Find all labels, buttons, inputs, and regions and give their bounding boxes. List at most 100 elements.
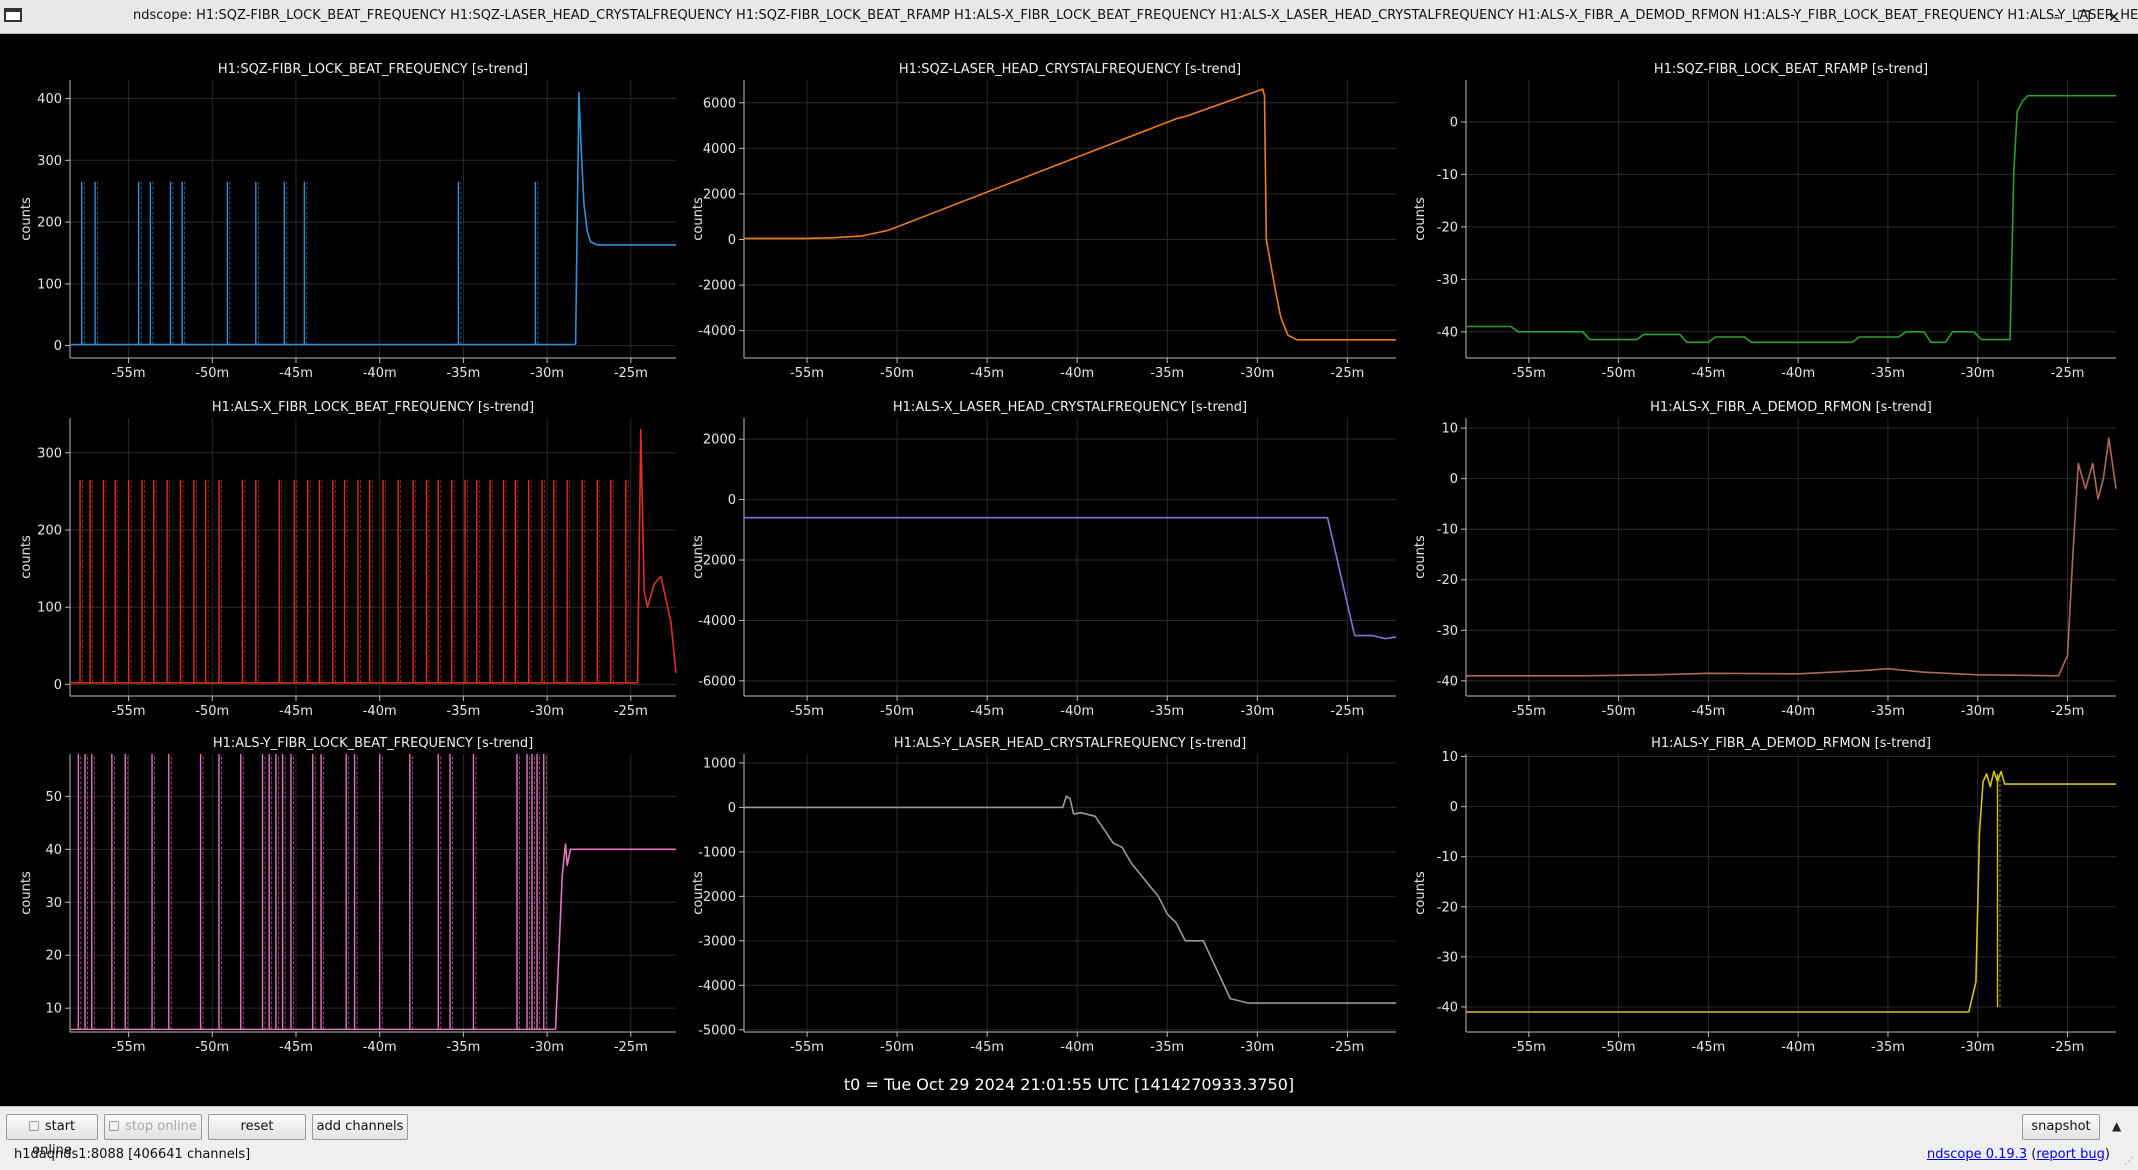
x-tick-label: -35m [446,1040,480,1055]
chart-panel[interactable]: -55m -50m -45m -40m -35m -30m -25m 0 100 200 300 H1… [19,400,677,719]
x-tick-label: -55m [1512,1040,1546,1055]
ndscope-version-link[interactable]: ndscope 0.19.3 [1927,1147,2027,1162]
stop-online-button[interactable]: stop online [104,1114,202,1140]
y-tick-label: -4000 [698,614,736,629]
y-tick-label: -1000 [698,845,736,860]
x-tick-label: -45m [970,704,1004,719]
collapse-arrow-icon[interactable]: ▲ [2112,1119,2121,1133]
plot-grid: -55m -50m -45m -40m -35m -30m -25m 0 100 200 300 40… [0,34,2138,1106]
y-tick-label: 1000 [703,756,736,771]
y-axis-label: counts [691,535,706,579]
x-tick-label: -35m [446,366,480,381]
chart-panel[interactable]: -55m -50m -45m -40m -35m -30m -25m -40 -30 -20 -10… [1413,62,2116,381]
y-axis-label: counts [691,871,706,915]
close-button[interactable]: ✕ [2103,6,2125,28]
t0-label: t0 = Tue Oct 29 2024 21:01:55 UTC [14142… [843,1075,1295,1094]
window-title: ndscope: H1:SQZ-FIBR_LOCK_BEAT_FREQUENCY… [133,8,2138,23]
x-tick-label: -55m [1512,366,1546,381]
x-tick-label: -40m [1781,704,1815,719]
snapshot-button[interactable]: snapshot [2022,1114,2100,1140]
x-tick-label: -50m [1602,366,1636,381]
y-axis-label: counts [1413,871,1428,915]
report-bug-link[interactable]: report bug [2036,1147,2105,1162]
x-tick-label: -30m [1961,1040,1995,1055]
x-tick-label: -50m [880,1040,914,1055]
x-tick-label: -55m [1512,704,1546,719]
series-line [1466,437,2117,677]
y-tick-label: 0 [728,493,736,508]
chart-panel[interactable]: -55m -50m -45m -40m -35m -30m -25m-6000-4000-2… [691,400,1397,719]
chart-panel[interactable]: -55m -50m -45m -40m -35m -30m -25m -40 -30 -20 -10… [1413,400,2117,719]
x-tick-label: -25m [1330,1040,1364,1055]
y-tick-label: -40 [1437,674,1458,689]
chart-title: H1:ALS-X_FIBR_LOCK_BEAT_FREQUENCY [s-tre… [212,400,534,415]
series-line [1466,94,2116,344]
x-tick-label: -40m [363,366,397,381]
y-tick-label: 200 [37,523,62,538]
restore-button[interactable]: ❐ [2073,6,2095,28]
y-tick-label: 50 [45,790,62,805]
chart-panel[interactable]: -55m -50m -45m -40m -35m -30m -25m -40 -30 -20 -10… [1413,736,2116,1055]
chart-panel[interactable]: -55m -50m -45m -40m -35m -30m -25m -5000 -4000 -3… [691,736,1396,1055]
x-tick-label: -50m [195,366,229,381]
x-tick-label: -50m [880,704,914,719]
x-tick-label: -25m [614,1040,648,1055]
y-tick-label: 0 [1450,472,1458,487]
y-tick-label: 0 [1450,115,1458,130]
chart-title: H1:SQZ-FIBR_LOCK_BEAT_FREQUENCY [s-trend… [218,62,528,77]
y-tick-label: -6000 [698,674,736,689]
app-info: ndscope 0.19.3 (report bug) [1927,1147,2110,1162]
y-tick-label: -40 [1437,325,1458,340]
y-tick-label: 0 [54,339,62,354]
x-tick-label: -55m [112,366,146,381]
x-tick-label: -25m [1330,366,1364,381]
y-tick-label: -30 [1437,624,1458,639]
resize-grip-icon[interactable]: ⋰ [2124,1156,2134,1167]
y-axis-label: counts [19,535,34,579]
chart-panel[interactable]: -55m -50m -45m -40m -35m -30m -25m 0 100 200 300 40… [19,62,676,381]
series-line [744,795,1396,1004]
plot-canvas[interactable]: -55m -50m -45m -40m -35m -30m -25m010020030040… [0,34,2138,1106]
y-tick-label: -4000 [698,324,736,339]
minimize-button[interactable]: – [2046,6,2068,28]
x-tick-label: -50m [1602,704,1636,719]
chart-panel[interactable]: -55m -50m -45m -40m -35m -30m -25m -4000 -2000 0 2… [691,62,1396,381]
y-tick-label: 0 [728,233,736,248]
y-axis-label: counts [1413,535,1428,579]
paren-open: ( [2027,1147,2037,1162]
y-tick-label: 6000 [703,96,736,111]
y-tick-label: 20 [45,949,62,964]
reset-button[interactable]: reset [208,1114,306,1140]
x-tick-label: -25m [2051,704,2085,719]
x-tick-label: -35m [1871,1040,1905,1055]
x-tick-label: -35m [1150,1040,1184,1055]
y-tick-label: 200 [37,216,62,231]
y-tick-label: 10 [45,1002,62,1017]
add-channels-button[interactable]: add channels [312,1114,408,1140]
x-tick-label: -25m [2051,366,2085,381]
x-tick-label: -45m [279,704,313,719]
app-icon[interactable] [4,8,22,22]
x-tick-label: -30m [530,366,564,381]
y-tick-label: -10 [1437,523,1458,538]
y-tick-label: 300 [37,446,62,461]
x-tick-label: -25m [614,366,648,381]
x-tick-label: -30m [1240,366,1274,381]
chart-panel[interactable]: -55m -50m -45m -40m -35m -30m -25m 10 20 30 40 50 H1… [19,736,676,1055]
window-titlebar: ndscope: H1:SQZ-FIBR_LOCK_BEAT_FREQUENCY… [0,0,2138,34]
y-tick-label: 4000 [703,142,736,157]
y-tick-label: -5000 [698,1023,736,1038]
start-online-button[interactable]: start online [6,1114,98,1158]
y-axis-label: counts [1413,197,1428,241]
x-tick-label: -40m [363,1040,397,1055]
x-tick-label: -50m [880,366,914,381]
series-line [636,428,677,683]
x-tick-label: -35m [1871,704,1905,719]
x-tick-label: -35m [446,704,480,719]
series-line [744,88,1396,341]
y-tick-label: 2000 [703,187,736,202]
chart-title: H1:ALS-Y_FIBR_A_DEMOD_RFMON [s-trend] [1651,736,1931,751]
server-status: h1daqnds1:8088 [406641 channels] [14,1147,251,1162]
x-tick-label: -30m [1961,704,1995,719]
x-tick-label: -25m [1330,704,1364,719]
